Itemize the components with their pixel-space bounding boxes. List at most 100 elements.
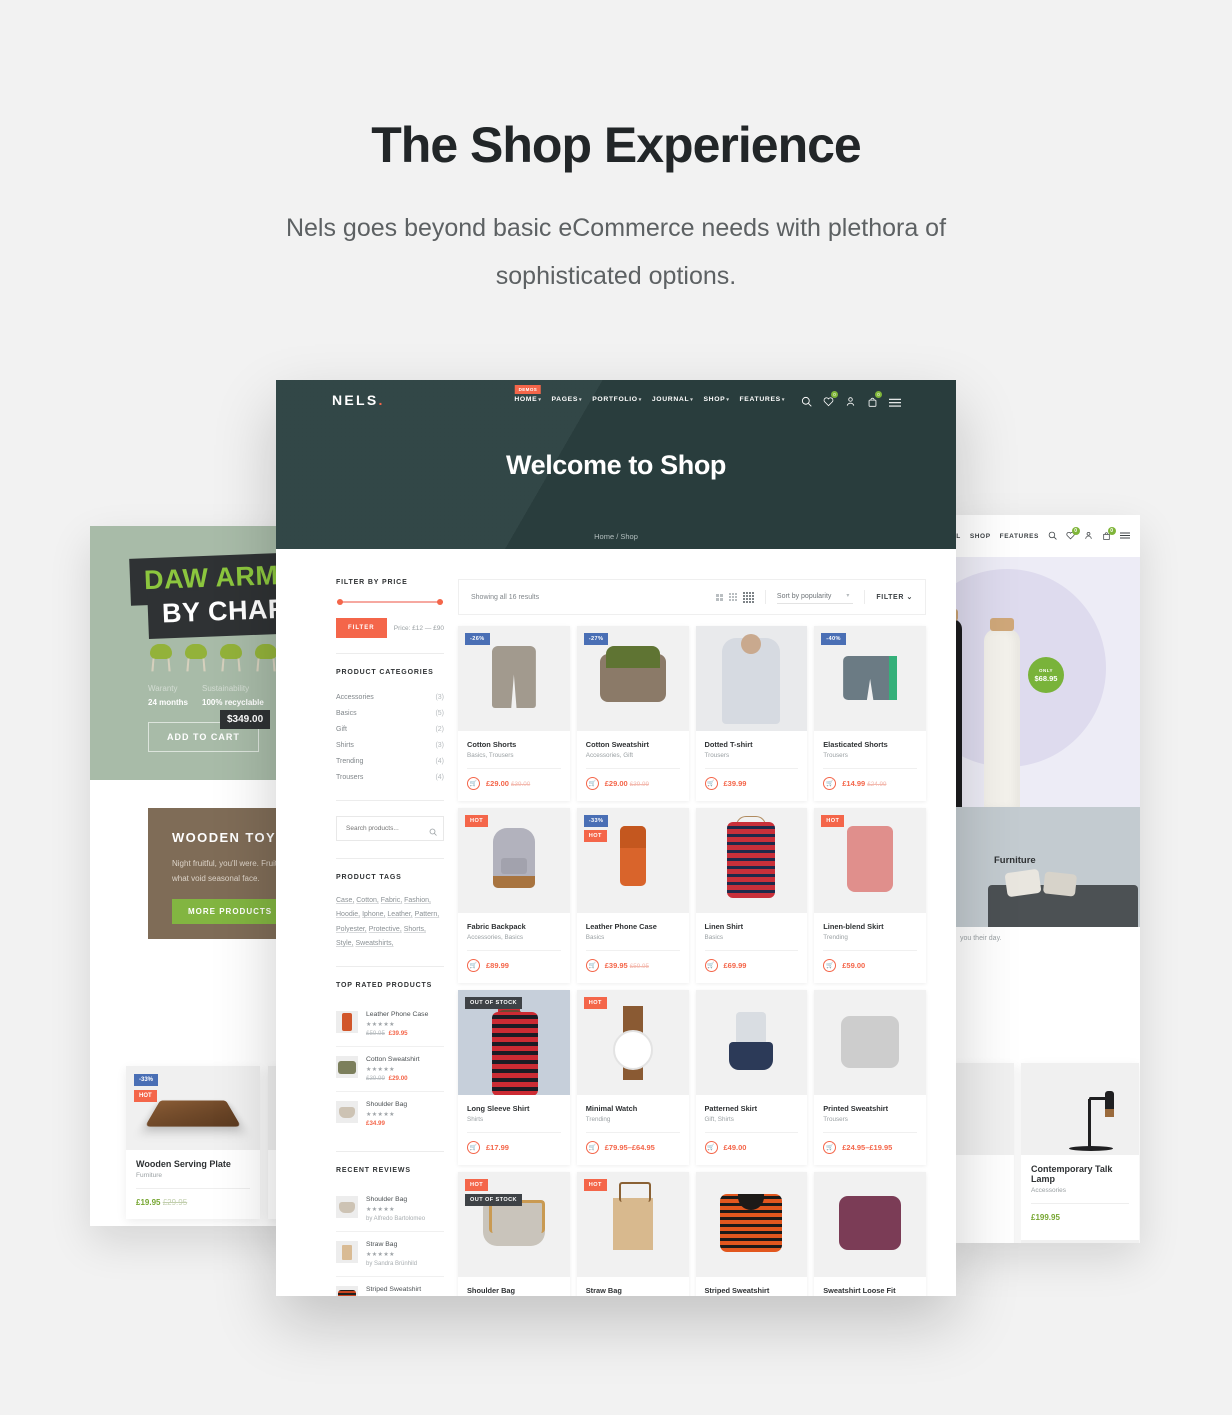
add-to-cart-icon[interactable]: 🛒 — [585, 959, 599, 972]
tag-hoodie[interactable]: Hoodie, — [336, 911, 360, 918]
more-products-button[interactable]: MORE PRODUCTS — [172, 898, 289, 924]
search-icon[interactable] — [1048, 531, 1057, 542]
list-item[interactable]: Contemporary Talk Lamp Accessories £199.… — [1021, 1063, 1139, 1243]
filter-button[interactable]: FILTER — [336, 618, 387, 638]
tag-sweatshirts[interactable]: Sweatshirts, — [355, 940, 393, 947]
account-icon[interactable] — [1084, 531, 1093, 542]
patterned-skirt-illustration — [696, 990, 808, 1095]
nav-item-portfolio[interactable]: PORTFOLIO▾ — [592, 396, 642, 403]
sort-by-select[interactable]: Sort by popularity ▾ — [776, 590, 854, 604]
product-toolbar: Showing all 16 results Sort by popularit… — [458, 579, 926, 615]
product-card[interactable]: Sweatshirt Loose Fit Shirts 🛒 £39.99–£24… — [814, 1172, 926, 1296]
product-card[interactable]: -33% HOT Leather Phone Case Basics 🛒 £39… — [576, 808, 689, 983]
sidebar-item-shirts[interactable]: Shirts (3) — [336, 737, 444, 753]
tag-fabric[interactable]: Fabric, — [381, 897, 402, 904]
search-icon[interactable] — [801, 394, 812, 407]
add-to-cart-icon[interactable]: 🛒 — [704, 959, 718, 972]
nav-features[interactable]: FEATURES — [1000, 533, 1039, 540]
sidebar-item-accessories[interactable]: Accessories (3) — [336, 689, 444, 705]
nav-item-home[interactable]: DEMOS HOME▾ — [514, 385, 542, 403]
shop-browser-window[interactable]: NELS. DEMOS HOME▾ PAGES▾ PORTFOLIO▾ JOUR… — [276, 380, 956, 1296]
product-card[interactable]: HOT Fabric Backpack Accessories, Basics … — [458, 808, 570, 983]
nav-item-pages[interactable]: PAGES▾ — [551, 396, 582, 403]
nav-item-shop[interactable]: SHOP▾ — [703, 396, 729, 403]
grid-3-icon[interactable] — [728, 593, 737, 601]
cart-icon[interactable]: 0 — [1102, 526, 1116, 542]
nav-shop[interactable]: SHOP — [970, 533, 991, 540]
product-card[interactable]: Printed Sweatshirt Trousers 🛒 £24.95–£19… — [814, 990, 926, 1165]
grid-4-icon[interactable] — [742, 591, 754, 603]
wishlist-icon[interactable]: 0 — [1066, 526, 1080, 542]
list-item[interactable]: Striped Sweatshirt ★★★★★ by Sandra Brünh… — [336, 1277, 444, 1296]
tag-polyester[interactable]: Polyester, — [336, 926, 367, 933]
product-image: OUT OF STOCK — [458, 990, 570, 1095]
product-card[interactable]: Patterned Skirt Gift, Shirts 🛒 £49.00 — [695, 990, 808, 1165]
sidebar-item-trousers[interactable]: Trousers (4) — [336, 769, 444, 785]
product-card[interactable]: HOT Minimal Watch Trending 🛒 £79.95–£64.… — [576, 990, 689, 1165]
add-to-cart-icon[interactable]: 🛒 — [823, 1141, 837, 1154]
add-to-cart-icon[interactable]: 🛒 — [585, 777, 599, 790]
search-input[interactable] — [336, 816, 444, 841]
add-to-cart-icon[interactable]: 🛒 — [467, 777, 480, 790]
product-card[interactable]: -26% Cotton Shorts Basics, Trousers 🛒 £2… — [458, 626, 570, 801]
filter-toggle[interactable]: FILTER ⌄ — [876, 593, 913, 601]
header-icon-group[interactable]: 0 0 — [801, 391, 901, 407]
account-icon[interactable] — [845, 394, 856, 406]
slider-handle-min[interactable] — [337, 599, 343, 605]
add-to-cart-icon[interactable]: 🛒 — [704, 777, 718, 790]
tag-shorts[interactable]: Shorts, — [404, 926, 426, 933]
tag-leather[interactable]: Leather, — [387, 911, 412, 918]
list-item[interactable] — [954, 1063, 1014, 1243]
product-card[interactable]: HOT Linen-blend Skirt Trending 🛒 £59.00 — [814, 808, 926, 983]
grid-2-icon[interactable] — [715, 593, 723, 601]
cart-icon[interactable]: 0 — [867, 391, 882, 407]
background-preview-right[interactable]: JOURNAL SHOP FEATURES 0 0 — [948, 515, 1140, 1243]
main-navigation[interactable]: DEMOS HOME▾ PAGES▾ PORTFOLIO▾ JOURNAL▾ S… — [514, 385, 901, 407]
search-icon[interactable] — [429, 823, 437, 841]
slider-handle-max[interactable] — [437, 599, 443, 605]
list-item[interactable]: Straw Bag ★★★★★ by Sandra Brünhild — [336, 1232, 444, 1278]
tag-iphone[interactable]: Iphone, — [362, 911, 385, 918]
add-to-cart-icon[interactable]: 🛒 — [467, 959, 480, 972]
product-card[interactable]: HOT Straw Bag Trending 🛒 £69.99 — [576, 1172, 689, 1296]
product-card[interactable]: -40% Elasticated Shorts Trousers 🛒 £14.9… — [814, 626, 926, 801]
add-to-cart-icon[interactable]: 🛒 — [467, 1141, 480, 1154]
hamburger-icon[interactable] — [889, 394, 901, 407]
add-to-cart-icon[interactable]: 🛒 — [823, 959, 837, 972]
list-item[interactable]: Cotton Sweatshirt ★★★★★ £39.99 £29.00 — [336, 1047, 444, 1093]
wishlist-icon[interactable]: 0 — [823, 391, 838, 407]
widget-product-tags: PRODUCT TAGS Case, Cotton, Fabric, Fashi… — [336, 874, 444, 968]
tag-protective[interactable]: Protective, — [369, 926, 402, 933]
price-current: £39.95 — [604, 961, 628, 970]
tag-style[interactable]: Style, — [336, 940, 354, 947]
hamburger-icon[interactable] — [1120, 531, 1130, 541]
furniture-category-card[interactable]: Furniture — [948, 807, 1140, 927]
product-card[interactable]: Linen Shirt Basics 🛒 £69.99 — [695, 808, 808, 983]
product-card[interactable]: Dotted T-shirt Trousers 🛒 £39.99 — [695, 626, 808, 801]
tag-pattern[interactable]: Pattern, — [415, 911, 440, 918]
product-card[interactable]: -27% Cotton Sweatshirt Accessories, Gift… — [576, 626, 689, 801]
add-to-cart-icon[interactable]: 🛒 — [704, 1141, 718, 1154]
price-range-slider[interactable] — [337, 599, 443, 605]
site-logo[interactable]: NELS. — [332, 392, 385, 408]
list-item[interactable]: Leather Phone Case ★★★★★ £59.95 £39.95 — [336, 1002, 444, 1048]
list-item[interactable]: Shoulder Bag ★★★★★ £34.99 — [336, 1092, 444, 1136]
right-preview-navbar[interactable]: JOURNAL SHOP FEATURES 0 0 — [948, 515, 1140, 557]
sidebar-item-trending[interactable]: Trending (4) — [336, 753, 444, 769]
list-item[interactable]: Shoulder Bag ★★★★★ by Alfredo Bartolomeo — [336, 1187, 444, 1233]
sidebar-item-gift[interactable]: Gift (2) — [336, 721, 444, 737]
tag-case[interactable]: Case, — [336, 897, 354, 904]
tag-cotton[interactable]: Cotton, — [356, 897, 379, 904]
nav-item-features[interactable]: FEATURES▾ — [740, 396, 786, 403]
product-card[interactable]: Striped Sweatshirt Accessories, Basics 🛒… — [695, 1172, 808, 1296]
add-to-cart-icon[interactable]: 🛒 — [823, 777, 837, 790]
product-card[interactable]: OUT OF STOCK Long Sleeve Shirt Shirts 🛒 … — [458, 990, 570, 1165]
view-mode-switcher[interactable] — [715, 591, 754, 603]
sidebar-item-basics[interactable]: Basics (5) — [336, 705, 444, 721]
product-card[interactable]: HOT OUT OF STOCK Shoulder Bag Trending 🛒… — [458, 1172, 570, 1296]
list-item[interactable]: -33% HOT Wooden Serving Plate Furniture … — [126, 1066, 260, 1219]
nav-item-journal[interactable]: JOURNAL▾ — [652, 396, 694, 403]
tag-fashion[interactable]: Fashion, — [404, 897, 431, 904]
add-to-cart-icon[interactable]: 🛒 — [585, 1141, 599, 1154]
search-box[interactable] — [336, 816, 444, 841]
